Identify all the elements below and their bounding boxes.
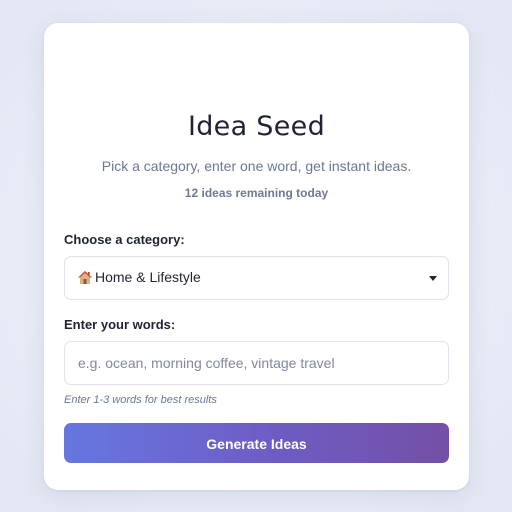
page-title: Idea Seed [187,111,326,142]
category-select[interactable]: Home & Lifestyle [64,256,449,300]
words-hint: Enter 1-3 words for best results [64,394,217,406]
words-input[interactable] [64,341,449,385]
remaining-ideas-count: 12 ideas remaining today [184,186,329,200]
idea-form-card: Idea Seed Pick a category, enter one wor… [44,23,469,490]
chevron-down-icon [429,276,437,281]
words-label: Enter your words: [64,317,176,332]
category-selected-value: Home & Lifestyle [95,269,201,285]
category-label: Choose a category: [64,232,185,247]
page-subtitle: Pick a category, enter one word, get ins… [101,158,412,174]
generate-ideas-button[interactable]: Generate Ideas [64,423,449,463]
house-emoji-icon [77,270,93,285]
